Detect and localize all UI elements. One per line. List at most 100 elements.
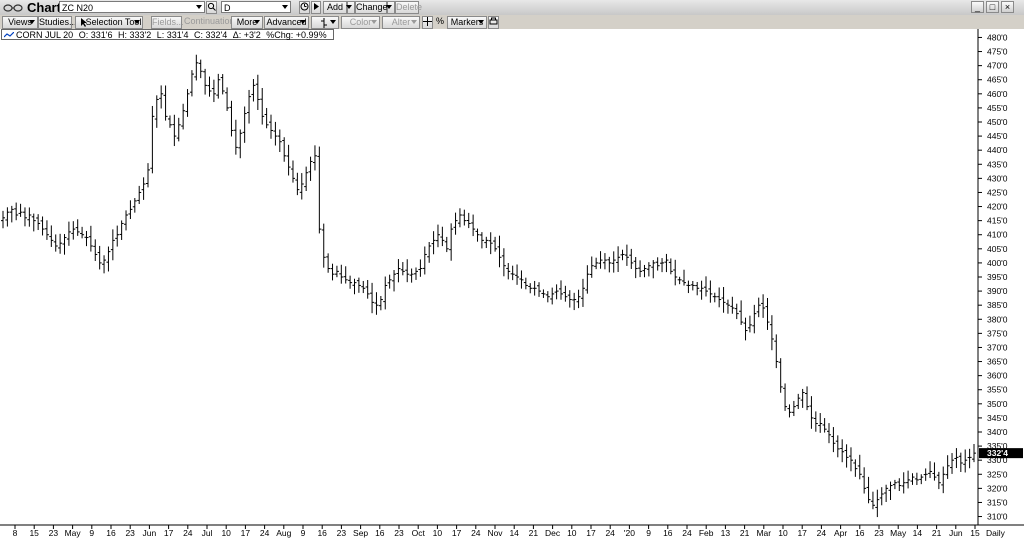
x-tick-label: 24 — [471, 528, 481, 538]
alter-label: Alter — [391, 17, 411, 27]
chevron-down-icon — [478, 20, 484, 24]
chevron-down-icon — [371, 20, 377, 24]
x-tick-label: 8 — [13, 528, 18, 538]
legend-open: O: 331'6 — [78, 30, 113, 40]
chevron-down-icon — [346, 5, 352, 9]
x-tick-label: 23 — [337, 528, 347, 538]
clock-icon — [300, 2, 309, 11]
ohlc-bar-icon — [321, 18, 327, 28]
period-input[interactable]: D — [221, 1, 291, 13]
x-tick-label: Jun — [143, 528, 157, 538]
y-tick-label: 480'0 — [987, 32, 1008, 42]
chevron-down-icon — [196, 5, 202, 9]
x-tick-label: 17 — [586, 528, 596, 538]
x-tick-label: Jul — [202, 528, 213, 538]
maximize-button[interactable]: □ — [986, 1, 999, 13]
symbol-input-value: ZC N20 — [62, 3, 94, 13]
y-tick-label: 380'0 — [987, 314, 1008, 324]
x-tick-label: 9 — [301, 528, 306, 538]
bar-type-button[interactable] — [311, 16, 339, 29]
symbol-search-button[interactable] — [206, 1, 217, 14]
cursor-arrow-icon — [81, 18, 87, 27]
percent-button[interactable]: % — [435, 16, 445, 29]
y-tick-label: 395'0 — [987, 272, 1008, 282]
continuation-button[interactable]: Continuation — [184, 16, 235, 29]
y-tick-label: 455'0 — [987, 103, 1008, 113]
y-tick-label: 440'0 — [987, 145, 1008, 155]
more-button[interactable]: More — [231, 16, 263, 29]
y-tick-label: 355'0 — [987, 385, 1008, 395]
change-dropdown-button[interactable] — [386, 1, 395, 14]
print-button[interactable] — [488, 16, 499, 29]
play-icon — [314, 3, 319, 10]
alter-button[interactable]: Alter — [382, 16, 420, 29]
x-tick-label: 16 — [663, 528, 673, 538]
x-tick-label: 24 — [260, 528, 270, 538]
chart-legend: CORN JUL 20 O: 331'6 H: 333'2 L: 331'4 C… — [1, 29, 334, 40]
x-tick-label: 16 — [106, 528, 116, 538]
y-tick-label: 470'0 — [987, 61, 1008, 71]
x-tick-label: 21 — [740, 528, 750, 538]
x-tick-label: May — [65, 528, 82, 538]
period-input-value: D — [224, 3, 231, 13]
title-bar: Chart ZC N20 D Add Change Delete _ □ × — [0, 0, 1024, 16]
x-tick-label: 17 — [797, 528, 807, 538]
chevron-down-icon — [134, 20, 140, 24]
add-dropdown-button[interactable] — [346, 1, 355, 14]
color-button[interactable]: Color — [341, 16, 380, 29]
minimize-icon: _ — [974, 2, 980, 12]
y-tick-label: 425'0 — [987, 187, 1008, 197]
clock-button[interactable] — [299, 1, 310, 14]
plot-background — [1, 29, 978, 525]
x-tick-label: 24 — [183, 528, 193, 538]
price-chart[interactable]: 310'0315'0320'0325'0330'0335'0340'0345'0… — [0, 29, 1024, 539]
x-tick-label: 16 — [317, 528, 327, 538]
printer-icon — [489, 17, 498, 25]
y-tick-label: 360'0 — [987, 371, 1008, 381]
y-tick-label: 320'0 — [987, 483, 1008, 493]
y-tick-label: 465'0 — [987, 75, 1008, 85]
maximize-icon: □ — [989, 2, 996, 12]
chevron-down-icon — [282, 5, 288, 9]
x-tick-label: 21 — [932, 528, 942, 538]
x-tick-label: Jun — [949, 528, 963, 538]
studies-button[interactable]: Studies... — [38, 16, 77, 29]
legend-delta: Δ: +3'2 — [232, 30, 261, 40]
crosshair-button[interactable] — [422, 16, 433, 29]
advanced-button[interactable]: Advanced — [264, 16, 309, 29]
fields-button[interactable]: Fields... — [151, 16, 184, 29]
minimize-button[interactable]: _ — [971, 1, 984, 13]
crosshair-icon — [423, 17, 432, 26]
x-axis-unit-label: Daily — [986, 528, 1006, 538]
x-tick-label: Apr — [834, 528, 847, 538]
x-tick-label: 9 — [646, 528, 651, 538]
chart-area[interactable]: 310'0 315'0 320'0 325'0 330'0 335'0 340'0 345'0… — [0, 29, 1024, 539]
play-button[interactable] — [311, 1, 321, 14]
add-button[interactable]: Add — [323, 1, 347, 14]
symbol-input[interactable]: ZC N20 — [59, 1, 205, 13]
x-tick-label: 16 — [375, 528, 385, 538]
x-tick-label: 15 — [970, 528, 980, 538]
selection-tool-button[interactable]: Selection Tool — [75, 16, 143, 29]
y-tick-label: 390'0 — [987, 286, 1008, 296]
x-tick-label: Oct — [412, 528, 426, 538]
y-tick-label: 460'0 — [987, 89, 1008, 99]
y-tick-label: 410'0 — [987, 230, 1008, 240]
x-tick-label: 14 — [509, 528, 519, 538]
y-tick-label: 340'0 — [987, 427, 1008, 437]
x-tick-label: 21 — [529, 528, 539, 538]
legend-close: C: 332'4 — [194, 30, 228, 40]
y-tick-label: 370'0 — [987, 342, 1008, 352]
delete-button[interactable]: Delete — [395, 1, 422, 14]
views-button[interactable]: Views — [2, 16, 38, 29]
y-tick-label: 415'0 — [987, 216, 1008, 226]
x-tick-label: '20 — [624, 528, 635, 538]
close-button[interactable]: × — [1001, 1, 1014, 13]
chart-app-icon — [3, 4, 23, 12]
y-tick-label: 445'0 — [987, 131, 1008, 141]
change-button[interactable]: Change — [355, 1, 388, 14]
y-tick-label: 385'0 — [987, 300, 1008, 310]
chevron-down-icon — [29, 20, 35, 24]
legend-low: L: 331'4 — [156, 30, 189, 40]
markers-button[interactable]: Markers — [447, 16, 487, 29]
